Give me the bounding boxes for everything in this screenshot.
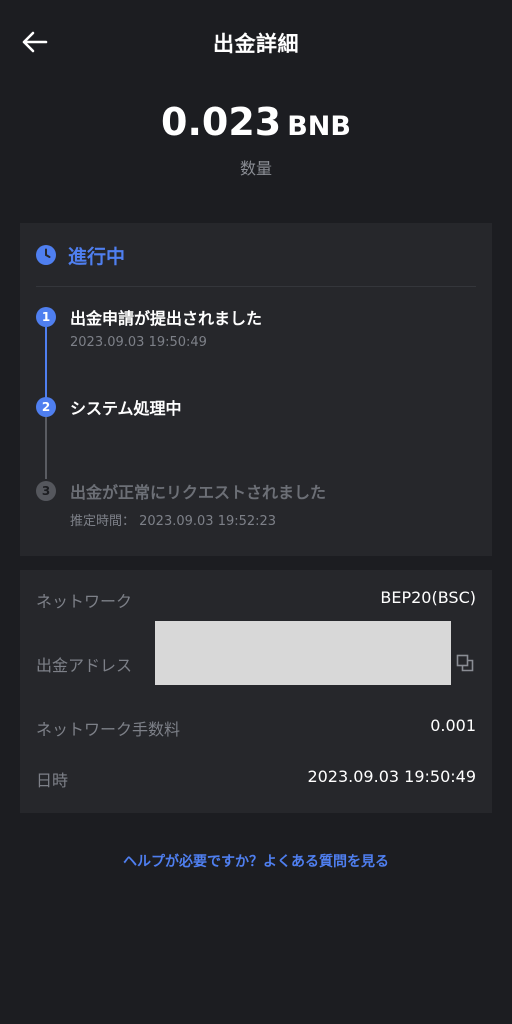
step-number-badge: 1: [36, 307, 56, 327]
datetime-label: 日時: [36, 771, 69, 790]
amount-label: 数量: [239, 159, 272, 178]
detail-card: ネットワーク BEP20(BSC) 出金アドレス ネットワーク手数料 0.001…: [20, 570, 492, 813]
status-card: 進行中 1 出金申請が提出されました 2023.09.03 19:50:49 2…: [20, 223, 492, 556]
step-connector-line: [45, 327, 47, 405]
step-connector-line: [45, 417, 47, 479]
network-label: ネットワーク: [36, 592, 133, 611]
network-value: BEP20(BSC): [380, 588, 476, 607]
amount-value: 0.023: [161, 100, 282, 144]
datetime-value: 2023.09.03 19:50:49: [307, 767, 476, 786]
amount-display: 0.023 BNB: [0, 100, 512, 144]
header: 出金詳細: [0, 0, 512, 84]
help-faq-link[interactable]: ヘルプが必要ですか？よくある質問を見る: [0, 851, 512, 871]
copy-button[interactable]: [456, 654, 474, 672]
amount-unit: BNB: [287, 111, 351, 142]
copy-icon: [456, 654, 474, 672]
clock-icon: [36, 245, 56, 265]
address-label: 出金アドレス: [36, 656, 133, 675]
divider: [36, 286, 476, 287]
page-title: 出金詳細: [213, 32, 299, 56]
step-title: 出金申請が提出されました: [70, 309, 263, 328]
step-estimated-time: 推定時間： 2023.09.03 19:52:23: [70, 514, 277, 529]
address-redacted: [155, 621, 451, 685]
step-timestamp: 2023.09.03 19:50:49: [70, 335, 207, 350]
step-number-badge: 3: [36, 481, 56, 501]
step-title: システム処理中: [70, 399, 182, 418]
fee-label: ネットワーク手数料: [36, 720, 181, 739]
status-header: 進行中: [36, 242, 125, 268]
step-title: 出金が正常にリクエストされました: [70, 483, 327, 502]
status-title: 進行中: [68, 245, 126, 268]
step-number-badge: 2: [36, 397, 56, 417]
fee-value: 0.001: [430, 716, 476, 735]
